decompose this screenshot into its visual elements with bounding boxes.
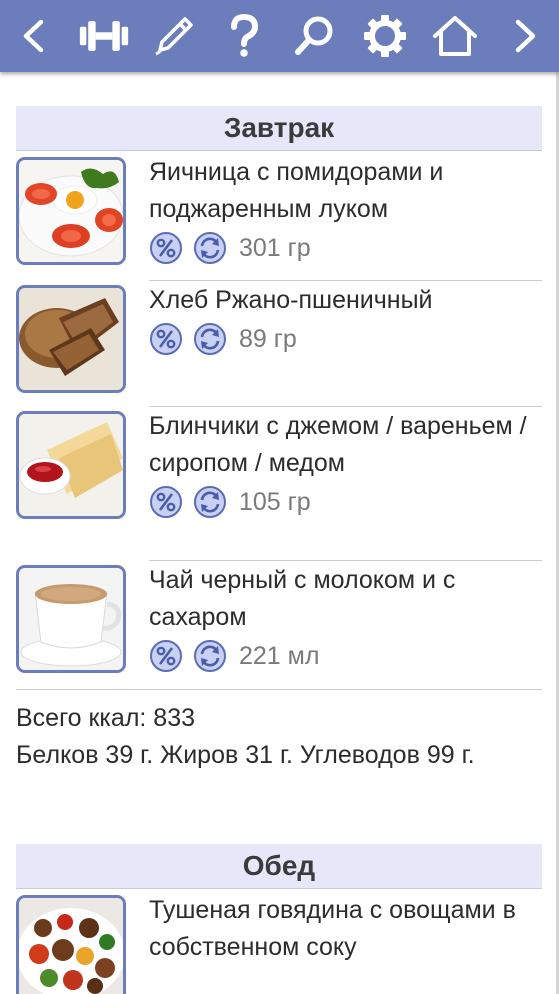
search-button[interactable] (289, 6, 341, 66)
prev-day-button[interactable] (8, 6, 60, 66)
food-photo (16, 565, 126, 673)
home-button[interactable] (429, 6, 481, 66)
home-icon (432, 16, 477, 56)
food-name: Блинчики с джемом / вареньем / сиропом /… (149, 412, 527, 477)
chevron-right-icon (515, 19, 536, 53)
food-name: Яичница с помидорами и поджаренным луком (149, 158, 444, 223)
dumbbell-icon (79, 21, 129, 51)
percent-icon[interactable] (149, 322, 183, 356)
chevron-left-icon (23, 19, 44, 53)
food-item[interactable]: Яичница с помидорами и поджаренным луком… (16, 154, 542, 274)
percent-icon[interactable] (149, 485, 183, 519)
next-day-button[interactable] (499, 6, 551, 66)
replace-icon[interactable] (193, 231, 227, 265)
food-item[interactable]: Блинчики с джемом / вареньем / сиропом /… (16, 408, 542, 558)
divider (149, 560, 542, 561)
food-item[interactable]: Хлеб Ржано-пшеничный 89 гр (16, 282, 542, 402)
percent-icon[interactable] (149, 639, 183, 673)
food-weight: 89 гр (239, 324, 297, 353)
pen-icon (155, 17, 194, 56)
total-kcal: Всего ккал: 833 (16, 704, 196, 732)
top-toolbar (0, 0, 559, 72)
food-photo (16, 157, 126, 265)
food-photo (16, 411, 126, 519)
food-weight: 301 гр (239, 233, 311, 262)
food-weight: 105 гр (239, 487, 311, 516)
edit-button[interactable] (148, 6, 200, 66)
food-name: Тушеная говядина с овощами в собственном… (149, 896, 516, 961)
food-item[interactable]: Чай черный с молоком и с сахаром 221 мл (16, 562, 542, 682)
food-weight: 221 мл (239, 641, 320, 670)
percent-icon[interactable] (149, 231, 183, 265)
total-macros: Белков 39 г. Жиров 31 г. Углеводов 99 г. (16, 741, 475, 769)
meal-header-breakfast[interactable]: Завтрак (16, 106, 542, 151)
gear-icon (363, 15, 406, 57)
search-icon (294, 16, 333, 55)
food-name: Хлеб Ржано-пшеничный (149, 286, 433, 314)
replace-icon[interactable] (193, 485, 227, 519)
divider (149, 280, 542, 281)
meal-header-lunch[interactable]: Обед (16, 844, 542, 889)
help-button[interactable] (218, 6, 270, 66)
food-name: Чай черный с молоком и с сахаром (149, 566, 456, 631)
divider (149, 406, 542, 407)
help-icon (231, 14, 259, 57)
replace-icon[interactable] (193, 639, 227, 673)
settings-button[interactable] (359, 6, 411, 66)
meal-list[interactable]: Завтрак Яичница с помидорами и поджаренн… (0, 72, 559, 994)
replace-icon[interactable] (193, 322, 227, 356)
food-item[interactable]: Тушеная говядина с овощами в собственном… (16, 892, 542, 994)
workout-button[interactable] (78, 6, 130, 66)
divider (16, 689, 542, 690)
meal-totals: Всего ккал: 833 Белков 39 г. Жиров 31 г.… (16, 700, 542, 774)
food-photo (16, 285, 126, 393)
food-photo (16, 895, 126, 994)
